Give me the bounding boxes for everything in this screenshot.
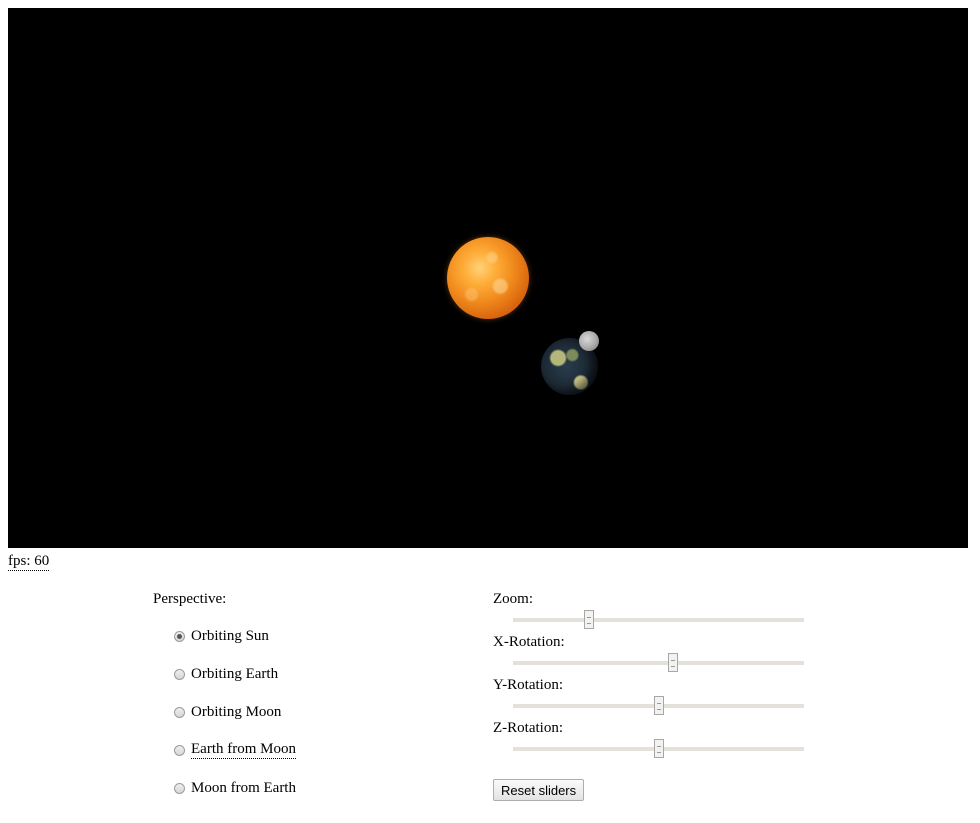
- slider-thumb[interactable]: [668, 653, 679, 672]
- slider-thumb[interactable]: [583, 610, 594, 629]
- sun-sphere: [447, 237, 529, 319]
- slider-thumb[interactable]: [653, 739, 664, 758]
- radio-orbiting-earth[interactable]: Orbiting Earth: [174, 664, 278, 684]
- reset-sliders-button[interactable]: Reset sliders: [493, 779, 585, 801]
- slider-track: [513, 661, 804, 665]
- slider-thumb[interactable]: [653, 696, 664, 715]
- radio-button[interactable]: [174, 782, 185, 794]
- y-rotation-slider[interactable]: [513, 694, 804, 716]
- fps-counter: fps: 60: [8, 553, 50, 571]
- radio-orbiting-sun[interactable]: Orbiting Sun: [174, 626, 269, 646]
- y-rotation-label: Y-Rotation:: [493, 677, 563, 693]
- radio-label: Orbiting Moon: [191, 703, 282, 720]
- scene-canvas[interactable]: [8, 8, 968, 548]
- slider-track: [513, 618, 804, 622]
- radio-label: Earth from Moon: [191, 741, 296, 759]
- radio-button[interactable]: [174, 630, 185, 642]
- zoom-slider[interactable]: [513, 608, 804, 630]
- radio-label: Moon from Earth: [191, 779, 296, 796]
- radio-earth-from-moon[interactable]: Earth from Moon: [174, 740, 296, 760]
- z-rotation-slider[interactable]: [513, 737, 804, 759]
- zoom-label: Zoom:: [493, 591, 533, 607]
- radio-button[interactable]: [174, 744, 185, 756]
- radio-button[interactable]: [174, 706, 185, 718]
- x-rotation-slider[interactable]: [513, 651, 804, 673]
- radio-label: Orbiting Sun: [191, 627, 269, 644]
- radio-orbiting-moon[interactable]: Orbiting Moon: [174, 702, 281, 722]
- z-rotation-label: Z-Rotation:: [493, 720, 563, 736]
- radio-moon-from-earth[interactable]: Moon from Earth: [174, 778, 296, 798]
- moon-sphere: [579, 331, 599, 351]
- radio-button[interactable]: [174, 668, 185, 680]
- radio-label: Orbiting Earth: [191, 665, 279, 682]
- x-rotation-label: X-Rotation:: [493, 634, 565, 650]
- perspective-heading: Perspective:: [153, 591, 227, 607]
